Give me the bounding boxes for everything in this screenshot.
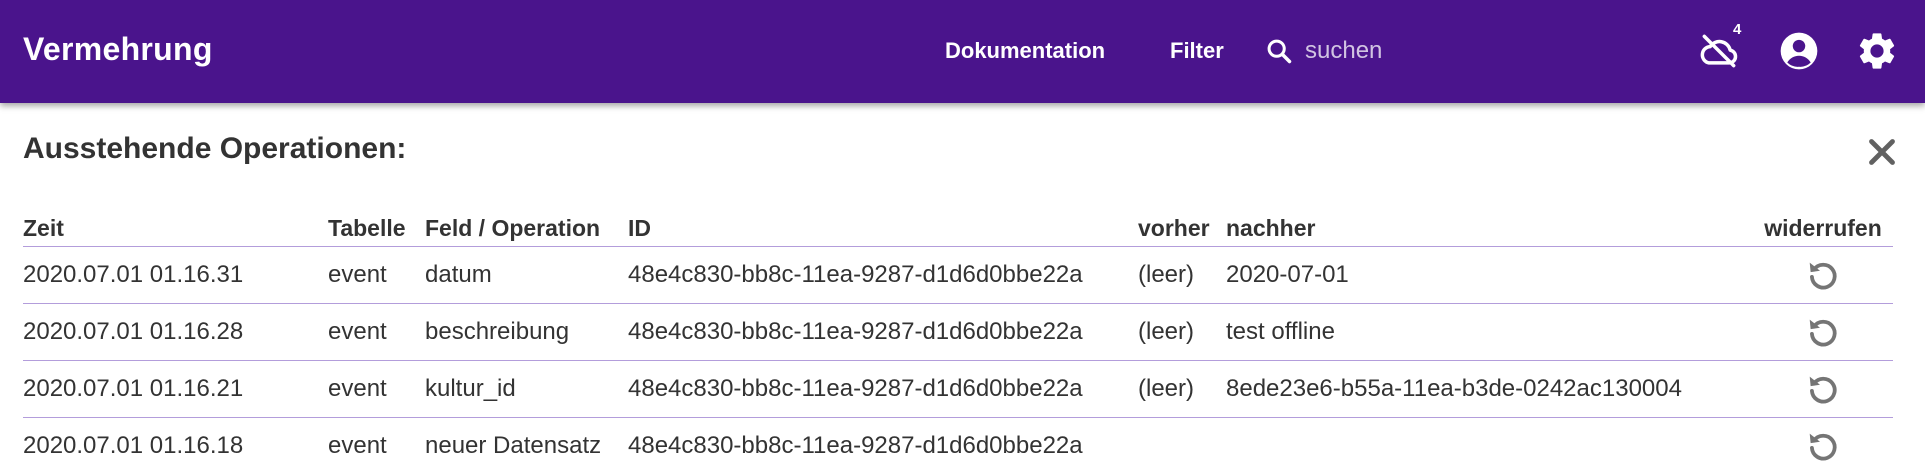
table-row: 2020.07.01 01.16.28 event beschreibung 4… bbox=[23, 304, 1893, 361]
column-header-id: ID bbox=[628, 200, 1138, 247]
app-title[interactable]: Vermehrung bbox=[23, 31, 213, 68]
table-row: 2020.07.01 01.16.31 event datum 48e4c830… bbox=[23, 247, 1893, 304]
undo-icon bbox=[1804, 273, 1842, 300]
cell-nachher: test offline bbox=[1226, 304, 1753, 361]
undo-icon bbox=[1804, 444, 1842, 471]
column-header-zeit: Zeit bbox=[23, 200, 328, 247]
cloud-off-icon bbox=[1695, 62, 1743, 79]
column-header-widerrufen: widerrufen bbox=[1753, 200, 1893, 247]
cell-zeit: 2020.07.01 01.16.21 bbox=[23, 361, 328, 418]
account-circle-icon bbox=[1775, 62, 1823, 79]
cell-feld: beschreibung bbox=[425, 304, 628, 361]
cell-tabelle: event bbox=[328, 418, 425, 474]
close-button[interactable] bbox=[1864, 134, 1900, 170]
undo-button[interactable] bbox=[1804, 370, 1842, 408]
cell-feld: datum bbox=[425, 247, 628, 304]
cell-vorher: (leer) bbox=[1138, 361, 1226, 418]
cell-tabelle: event bbox=[328, 247, 425, 304]
cell-vorher: (leer) bbox=[1138, 247, 1226, 304]
cell-feld: neuer Datensatz bbox=[425, 418, 628, 474]
cell-vorher: (leer) bbox=[1138, 304, 1226, 361]
undo-button[interactable] bbox=[1804, 313, 1842, 351]
table-row: 2020.07.01 01.16.18 event neuer Datensat… bbox=[23, 418, 1893, 474]
column-header-nachher: nachher bbox=[1226, 200, 1753, 247]
cell-tabelle: event bbox=[328, 304, 425, 361]
cell-vorher bbox=[1138, 418, 1226, 474]
column-header-feld: Feld / Operation bbox=[425, 200, 628, 247]
search-input[interactable] bbox=[1303, 34, 1627, 68]
cell-widerrufen bbox=[1753, 418, 1893, 474]
cell-nachher bbox=[1226, 418, 1753, 474]
panel-title: Ausstehende Operationen: bbox=[23, 132, 406, 166]
gear-icon bbox=[1853, 62, 1901, 79]
search-icon bbox=[1265, 37, 1293, 65]
column-header-vorher: vorher bbox=[1138, 200, 1226, 247]
cell-zeit: 2020.07.01 01.16.28 bbox=[23, 304, 328, 361]
cell-widerrufen bbox=[1753, 361, 1893, 418]
table-header-row: Zeit Tabelle Feld / Operation ID vorher … bbox=[23, 200, 1893, 247]
table-row: 2020.07.01 01.16.21 event kultur_id 48e4… bbox=[23, 361, 1893, 418]
app-bar: Vermehrung Dokumentation Filter 4 bbox=[0, 0, 1925, 103]
cell-nachher: 8ede23e6-b55a-11ea-b3de-0242ac130004 bbox=[1226, 361, 1753, 418]
undo-icon bbox=[1804, 330, 1842, 357]
undo-button[interactable] bbox=[1804, 256, 1842, 294]
cell-feld: kultur_id bbox=[425, 361, 628, 418]
settings-button[interactable] bbox=[1853, 27, 1901, 75]
cell-widerrufen bbox=[1753, 304, 1893, 361]
column-header-tabelle: Tabelle bbox=[328, 200, 425, 247]
cell-id: 48e4c830-bb8c-11ea-9287-d1d6d0bbe22a bbox=[628, 247, 1138, 304]
offline-count-badge: 4 bbox=[1733, 21, 1741, 38]
close-icon bbox=[1864, 157, 1900, 174]
cell-zeit: 2020.07.01 01.16.18 bbox=[23, 418, 328, 474]
cell-id: 48e4c830-bb8c-11ea-9287-d1d6d0bbe22a bbox=[628, 304, 1138, 361]
cell-id: 48e4c830-bb8c-11ea-9287-d1d6d0bbe22a bbox=[628, 418, 1138, 474]
undo-button[interactable] bbox=[1804, 427, 1842, 465]
nav-filter-button[interactable]: Filter bbox=[1170, 38, 1224, 64]
nav-dokumentation-button[interactable]: Dokumentation bbox=[945, 38, 1105, 64]
cell-nachher: 2020-07-01 bbox=[1226, 247, 1753, 304]
account-button[interactable] bbox=[1775, 27, 1823, 75]
cell-tabelle: event bbox=[328, 361, 425, 418]
cell-zeit: 2020.07.01 01.16.31 bbox=[23, 247, 328, 304]
pending-operations-table: Zeit Tabelle Feld / Operation ID vorher … bbox=[23, 200, 1893, 474]
undo-icon bbox=[1804, 387, 1842, 414]
search-box bbox=[1265, 30, 1645, 72]
cell-id: 48e4c830-bb8c-11ea-9287-d1d6d0bbe22a bbox=[628, 361, 1138, 418]
cell-widerrufen bbox=[1753, 247, 1893, 304]
